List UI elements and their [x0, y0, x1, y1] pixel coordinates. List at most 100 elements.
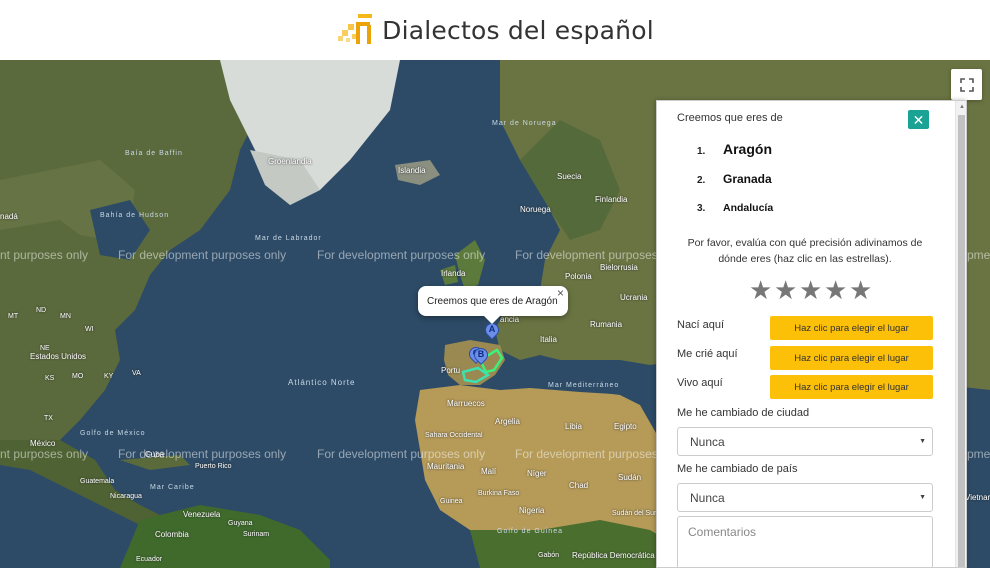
comments-field[interactable]: Comentarios	[677, 516, 933, 567]
map-label: Groenlandia	[268, 157, 312, 166]
map-label: Estados Unidos	[30, 352, 87, 361]
map-label: Mar de Noruega	[492, 120, 557, 127]
map-label: Noruega	[520, 205, 551, 214]
map-infowindow: Creemos que eres de Aragón ×	[418, 286, 568, 324]
map-watermark: pme	[967, 248, 990, 262]
result-name: Aragón	[723, 141, 772, 157]
panel-scrollbar[interactable]: ▲	[955, 101, 966, 567]
star-rating[interactable]: ★ ★ ★ ★ ★	[749, 276, 874, 304]
map-marker-a[interactable]: A	[482, 320, 502, 343]
result-number: 3.	[697, 203, 706, 214]
country-change-select[interactable]: Nunca ▼	[677, 483, 933, 512]
map-label: Guinea	[440, 498, 463, 505]
chevron-down-icon: ▼	[919, 494, 926, 501]
star-icon[interactable]: ★	[749, 276, 774, 304]
star-icon[interactable]: ★	[849, 276, 874, 304]
map-label: Libia	[565, 422, 582, 431]
map-label: Sahara Occidental	[425, 432, 483, 439]
born-here-button[interactable]: Haz clic para elegir el lugar	[770, 316, 933, 340]
marker-label: B	[477, 349, 485, 359]
map-label: Marruecos	[447, 399, 485, 408]
map-label: ancia	[500, 315, 520, 324]
map-label: Nigeria	[519, 506, 545, 515]
select-value: Nunca	[690, 490, 725, 505]
map-watermark: For development purposes only	[317, 447, 486, 461]
scrollbar-thumb[interactable]	[958, 115, 965, 567]
map-label: KY	[104, 373, 114, 380]
map-label: Ucrania	[620, 293, 648, 302]
map-label: Portu	[441, 366, 461, 375]
map-label: Guyana	[228, 520, 253, 527]
map-label: MN	[60, 313, 71, 320]
ene-logo-icon	[336, 10, 376, 50]
map-label: Finlandia	[595, 195, 628, 204]
star-icon[interactable]: ★	[824, 276, 849, 304]
map-label: TX	[44, 415, 53, 422]
map-label: ND	[36, 307, 47, 314]
result-item: 2. Granada	[697, 172, 772, 186]
map-label: Polonia	[565, 272, 592, 281]
map-label: Guatemala	[80, 478, 115, 485]
map-label: Islandia	[398, 166, 426, 175]
map-label: MO	[72, 373, 84, 380]
map-watermark: nt purposes only	[0, 248, 89, 262]
chevron-down-icon: ▼	[919, 438, 926, 445]
scroll-up-icon[interactable]: ▲	[959, 104, 965, 110]
select-value: Nunca	[690, 434, 725, 449]
map-label: Chad	[569, 481, 589, 490]
city-change-select[interactable]: Nunca ▼	[677, 427, 933, 456]
map-label: Sudán	[618, 473, 642, 482]
star-icon[interactable]: ★	[774, 276, 799, 304]
infowindow-text: Creemos que eres de Aragón	[427, 295, 558, 307]
live-here-button[interactable]: Haz clic para elegir el lugar	[770, 375, 933, 399]
map-label: Colombia	[155, 530, 189, 539]
map-watermark: For development purposes only	[118, 248, 287, 262]
result-name: Andalucía	[723, 202, 774, 214]
map-label: Mar de Labrador	[255, 235, 322, 242]
close-button[interactable]: ✕	[908, 110, 929, 129]
raised-here-label: Me crié aquí	[677, 348, 738, 360]
map-label: MT	[8, 313, 19, 320]
map-label: Egipto	[614, 422, 637, 431]
map-label: Golfo de México	[80, 430, 146, 437]
map-label: nadá	[0, 212, 18, 221]
map-label: Atlántico Norte	[288, 378, 356, 387]
rating-prompt: Por favor, evalúa con qué precisión adiv…	[687, 237, 923, 265]
close-icon[interactable]: ×	[557, 286, 564, 300]
result-item: 1. Aragón	[697, 141, 772, 157]
map-label: Malí	[481, 467, 497, 476]
map-label: Níger	[527, 469, 547, 478]
map-label: Mar Caribe	[150, 484, 195, 491]
map-label: Burkina Faso	[478, 490, 520, 497]
result-number: 2.	[697, 175, 706, 186]
map-label: Baía de Baffin	[125, 150, 183, 157]
map-label: Rumania	[590, 320, 623, 329]
star-icon[interactable]: ★	[799, 276, 824, 304]
marker-label: A	[488, 324, 496, 334]
map-label: Venezuela	[183, 510, 221, 519]
map-watermark: For development purposes only	[317, 248, 486, 262]
map-label: WI	[85, 326, 94, 333]
map-watermark: pme	[967, 447, 990, 461]
map-label: Bahía de Hudson	[100, 212, 170, 219]
app-header: Dialectos del español	[0, 0, 990, 60]
map-label: Italia	[540, 335, 557, 344]
map-label: Gabón	[538, 552, 560, 559]
raised-here-button[interactable]: Haz clic para elegir el lugar	[770, 346, 933, 370]
map-label: KS	[45, 375, 55, 382]
map-marker-b[interactable]: B	[471, 345, 491, 368]
born-here-label: Nací aquí	[677, 319, 725, 331]
page-title: Dialectos del español	[382, 15, 654, 45]
map-label: Irlanda	[441, 269, 466, 278]
map-label: Golfo de Guinea	[497, 528, 563, 535]
panel-heading: Creemos que eres de	[677, 112, 783, 124]
close-x-icon: ✕	[912, 111, 925, 128]
result-number: 1.	[697, 146, 706, 157]
map-label: Vietnar	[965, 493, 990, 502]
fullscreen-button[interactable]	[951, 69, 982, 100]
city-change-label: Me he cambiado de ciudad	[677, 407, 810, 419]
map-label: VA	[132, 370, 141, 377]
country-change-label: Me he cambiado de país	[677, 463, 798, 475]
map-label: Sudán del Sur	[612, 510, 657, 517]
map-label: Mar Mediterráneo	[548, 382, 620, 389]
